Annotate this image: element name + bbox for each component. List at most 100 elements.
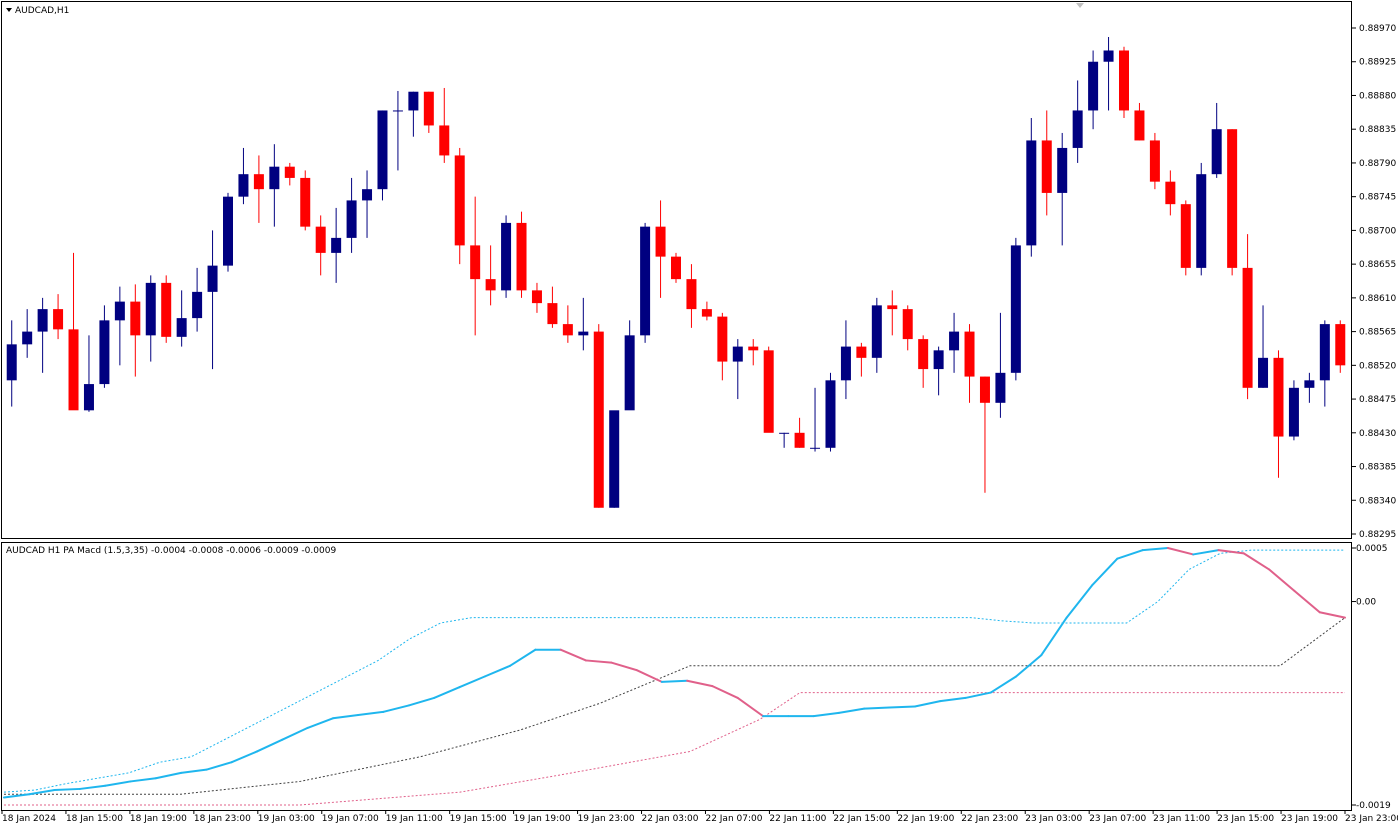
candle-body xyxy=(1258,357,1269,388)
candle-body xyxy=(578,331,589,336)
candle-body xyxy=(1057,147,1068,193)
time-tick-label: 22 Jan 19:00 xyxy=(897,814,954,824)
time-tick-label: 22 Jan 15:00 xyxy=(833,814,890,824)
trading-chart[interactable]: 0.88970 0.88925 0.88880 0.88835 0.88790 0.887… xyxy=(0,0,1398,829)
time-tick-label: 19 Jan 15:00 xyxy=(450,814,507,824)
candle-body xyxy=(501,222,512,291)
candle-body xyxy=(825,380,836,448)
price-tick-label: 0.88925 xyxy=(1359,58,1396,68)
candle-body xyxy=(1335,324,1346,366)
candle-body xyxy=(624,335,635,411)
price-tick-label: 0.88970 xyxy=(1359,24,1396,34)
candle-body xyxy=(331,237,342,253)
candle-body xyxy=(516,222,527,291)
indicator-tick-label: 0.00 xyxy=(1356,598,1376,608)
candle-body xyxy=(1227,129,1238,268)
candle-body xyxy=(763,350,774,433)
time-tick-label: 19 Jan 19:00 xyxy=(514,814,571,824)
indicator-tick-label: 0.0005 xyxy=(1356,544,1388,554)
candle-body xyxy=(130,301,141,336)
candle-body xyxy=(22,331,33,345)
time-tick-label: 18 Jan 23:00 xyxy=(194,814,251,824)
time-tick-label: 19 Jan 11:00 xyxy=(386,814,443,824)
time-tick-label: 18 Jan 2024 xyxy=(2,814,56,824)
indicator-title: AUDCAD H1 PA Macd (1.5,3,35) -0.0004 -0.… xyxy=(6,546,336,556)
candle-body xyxy=(1165,181,1176,205)
candle-body xyxy=(732,346,743,362)
candle-body xyxy=(207,265,218,292)
candle-body xyxy=(1180,204,1191,268)
candle-body xyxy=(964,331,975,377)
price-tick-label: 0.88340 xyxy=(1359,496,1396,506)
macd-main-segment xyxy=(863,706,891,710)
time-tick-label: 18 Jan 15:00 xyxy=(66,814,123,824)
candle-body xyxy=(439,125,450,156)
price-tick-label: 0.88385 xyxy=(1359,463,1396,473)
candle-body xyxy=(640,226,651,336)
price-tick-label: 0.88475 xyxy=(1359,395,1396,405)
price-tick-label: 0.88700 xyxy=(1359,226,1396,236)
candle-body xyxy=(779,432,790,434)
candle-body xyxy=(655,226,666,257)
price-tick-label: 0.88430 xyxy=(1359,429,1396,439)
time-tick-label: 23 Jan 23:00 xyxy=(1345,814,1398,824)
candle-body xyxy=(593,331,604,508)
candle-body xyxy=(300,177,311,227)
candle-body xyxy=(223,196,233,266)
candle-body xyxy=(161,282,172,337)
candle-body xyxy=(1319,324,1330,381)
time-tick-label: 23 Jan 19:00 xyxy=(1281,814,1338,824)
candle-body xyxy=(856,346,867,358)
candle-body xyxy=(794,432,805,448)
candle-body xyxy=(145,282,156,336)
symbol-title: AUDCAD,H1 xyxy=(15,6,69,16)
candle-body xyxy=(949,331,960,351)
candle-body xyxy=(995,372,1006,403)
time-tick-label: 19 Jan 03:00 xyxy=(258,814,315,824)
macd-main-segment xyxy=(660,679,689,683)
price-tick-label: 0.88745 xyxy=(1359,193,1396,203)
chart-background xyxy=(0,0,1398,829)
time-tick-label: 22 Jan 03:00 xyxy=(642,814,699,824)
candle-body xyxy=(114,301,125,321)
candle-body xyxy=(37,309,48,332)
candle-body xyxy=(810,447,821,449)
time-tick-label: 23 Jan 03:00 xyxy=(1025,814,1082,824)
candle-body xyxy=(840,346,851,381)
price-tick-label: 0.88790 xyxy=(1359,159,1396,169)
price-tick-label: 0.88610 xyxy=(1359,294,1396,304)
price-tick-label: 0.88520 xyxy=(1359,361,1396,371)
candle-body xyxy=(1273,357,1284,437)
candle-body xyxy=(176,318,187,337)
candle-body xyxy=(1134,110,1145,141)
candle-body xyxy=(547,303,558,325)
candle-body xyxy=(238,174,249,197)
candle-body xyxy=(192,291,203,319)
price-tick-label: 0.88880 xyxy=(1359,91,1396,101)
indicator-tick-label: -0.0019 xyxy=(1356,801,1391,811)
candle-body xyxy=(99,320,110,385)
candle-body xyxy=(1103,50,1114,62)
time-tick-label: 19 Jan 23:00 xyxy=(578,814,635,824)
candle-body xyxy=(933,350,944,370)
candle-body xyxy=(470,245,481,280)
candle-body xyxy=(1041,140,1052,193)
candle-body xyxy=(454,155,465,246)
candle-body xyxy=(609,410,620,508)
time-tick-label: 23 Jan 11:00 xyxy=(1153,814,1210,824)
candle-body xyxy=(686,279,697,310)
candle-body xyxy=(6,344,17,381)
candle-body xyxy=(53,309,64,330)
candle-body xyxy=(68,329,79,411)
candle-body xyxy=(1211,129,1222,175)
candle-body xyxy=(979,376,990,403)
price-tick-label: 0.88565 xyxy=(1359,328,1396,338)
candle-body xyxy=(1196,174,1207,268)
macd-main-segment xyxy=(53,787,81,792)
candle-body xyxy=(284,166,295,178)
time-tick-label: 23 Jan 07:00 xyxy=(1089,814,1146,824)
time-tick-label: 18 Jan 19:00 xyxy=(130,814,187,824)
candle-body xyxy=(1242,267,1253,388)
candle-body xyxy=(83,384,94,411)
candle-body xyxy=(362,189,373,201)
